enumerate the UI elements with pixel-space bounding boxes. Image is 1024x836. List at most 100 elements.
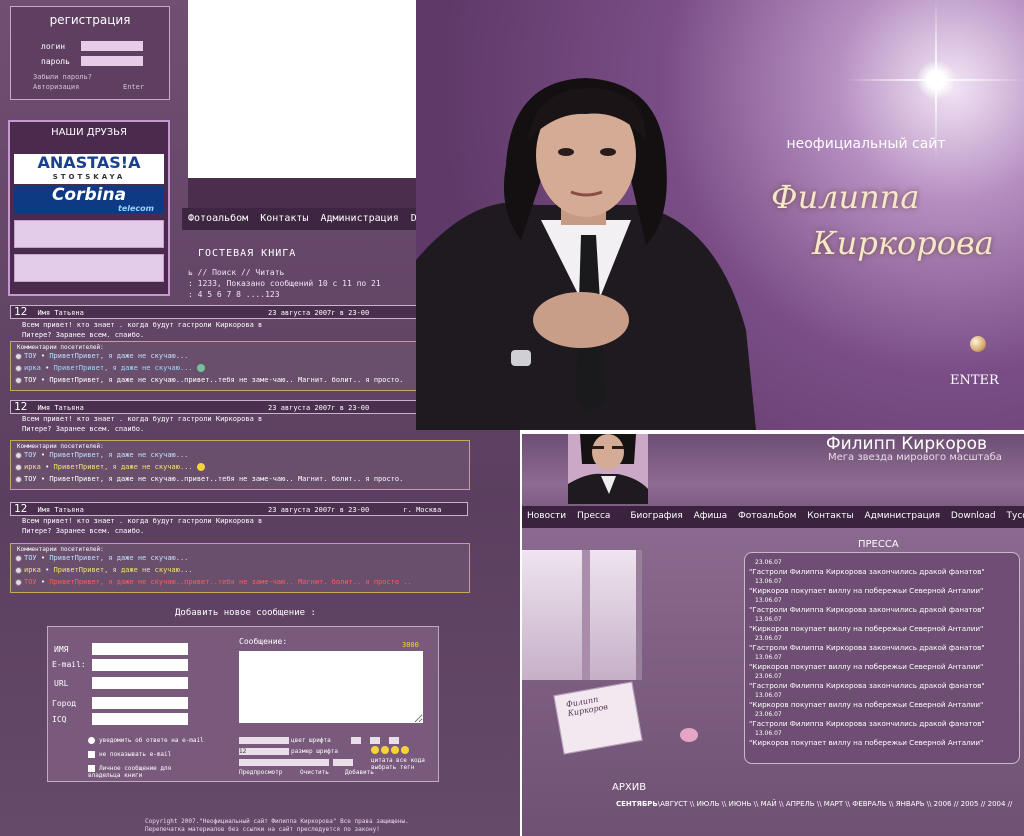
all-smiles-label[interactable]: все кода: [396, 757, 425, 764]
nav-administration[interactable]: Администрация: [864, 511, 940, 521]
copyright-text: Copyright 2007."Неофициальный сайт Филип…: [145, 818, 409, 825]
img-button[interactable]: [333, 759, 353, 766]
hide-email-option[interactable]: не показывать e-mail: [88, 751, 171, 758]
tag-buttons[interactable]: [239, 759, 329, 766]
nav-photoalbum[interactable]: Фотоальбом: [188, 213, 248, 224]
friend-banner-slot[interactable]: [14, 254, 164, 282]
message-label: Сообщение:: [239, 637, 288, 646]
nav-press[interactable]: Пресса: [577, 511, 610, 521]
city-input[interactable]: [92, 697, 188, 709]
press-item-link[interactable]: "Киркоров покупает виллу на побережьи Се…: [749, 586, 1019, 597]
guestbook-pagination[interactable]: : 4 5 6 7 8 ....123: [188, 290, 280, 299]
comment: ирка • ПриветПривет, я даже не скучаю...: [15, 364, 469, 375]
press-item-link[interactable]: "Гастроли Филиппа Киркорова закончились …: [749, 567, 1019, 578]
comment: ирка • ПриветПривет, я даже не скучаю...: [15, 463, 469, 474]
font-size-select[interactable]: 12: [239, 748, 289, 755]
post-number: 12: [14, 400, 28, 413]
window-frame: [582, 550, 590, 680]
city-label: Город: [52, 699, 77, 708]
press-item-link[interactable]: "Киркоров покупает виллу на побережьи Се…: [749, 624, 1019, 635]
smiley-icon[interactable]: [391, 746, 399, 754]
password-input[interactable]: [81, 56, 143, 66]
message-textarea[interactable]: [239, 651, 423, 723]
friend-banner-slot[interactable]: [14, 220, 164, 248]
comment-author[interactable]: ТОУ: [24, 475, 37, 483]
comment-author[interactable]: ирка: [24, 364, 41, 372]
nav-contacts[interactable]: Контакты: [807, 511, 853, 521]
post-city: г. Москва: [403, 506, 442, 514]
nav-poster[interactable]: Афиша: [694, 511, 727, 521]
smiley-icon[interactable]: [371, 746, 379, 754]
press-item-link[interactable]: "Гастроли Филиппа Киркорова закончились …: [749, 719, 1019, 730]
quote-label[interactable]: цитата: [371, 757, 393, 764]
post-date: 23 августа 2007г в 23-00: [268, 404, 370, 412]
private-message-option[interactable]: Личное сообщение для владельца книги: [88, 765, 198, 779]
comment-author[interactable]: ТОУ: [24, 578, 37, 586]
bold-button[interactable]: [351, 737, 361, 744]
comment-author[interactable]: ТОУ: [24, 376, 37, 384]
forgot-password-link[interactable]: Забыли пароль?: [33, 73, 92, 81]
archive-months: СЕНТЯБРЬ\АВГУСТ \\ ИЮЛЬ \\ ИЮНЬ \\ МАЙ \…: [616, 800, 1012, 808]
nav-administration[interactable]: Администрация: [320, 213, 398, 224]
icq-input[interactable]: [92, 713, 188, 725]
icq-label: ICQ: [52, 715, 67, 724]
guestbook-stats: : 1233, Показано сообщений 10 с 11 по 21: [188, 279, 381, 288]
nav-biography[interactable]: Биография: [630, 511, 682, 521]
press-item-link[interactable]: "Киркоров покупает виллу на побережьи Се…: [749, 662, 1019, 673]
press-item-link[interactable]: "Киркоров покупает виллу на побережьи Се…: [749, 738, 1019, 749]
name-input[interactable]: [92, 643, 188, 655]
italic-button[interactable]: [370, 737, 380, 744]
post-text-line: Питере? Заранее всем. спаибо.: [22, 527, 145, 535]
underline-button[interactable]: [389, 737, 399, 744]
nav-party[interactable]: Тусо: [1007, 511, 1024, 521]
add-button[interactable]: Добавить: [345, 769, 374, 776]
login-enter-button[interactable]: Enter: [123, 83, 144, 91]
comment-author[interactable]: ирка: [24, 463, 41, 471]
post-number: 12: [14, 305, 28, 318]
enter-button[interactable]: ENTER: [950, 373, 999, 388]
nav-news[interactable]: Новости: [527, 511, 566, 521]
comment-author[interactable]: ирка: [24, 566, 41, 574]
anastasia-logo[interactable]: ANASTAS!A STOTSKAYA: [14, 154, 164, 184]
glowing-orb: [970, 336, 986, 352]
comment-text: ПриветПривет, я даже не скучаю...: [53, 364, 193, 372]
nav-contacts[interactable]: Контакты: [260, 213, 308, 224]
comment-author[interactable]: ТОУ: [24, 554, 37, 562]
smiley-icon[interactable]: [381, 746, 389, 754]
post-number: 12: [14, 502, 28, 515]
press-item-link[interactable]: "Киркоров покупает виллу на побережьи Се…: [749, 700, 1019, 711]
archive-month-links[interactable]: \АВГУСТ \\ ИЮЛЬ \\ ИЮНЬ \\ МАЙ \\ АПРЕЛЬ…: [658, 800, 1013, 808]
font-color-label: цвет шрифта: [291, 737, 331, 744]
notify-option[interactable]: уведомить об ответе на e-mail: [88, 737, 204, 744]
nav-download[interactable]: Download: [951, 511, 996, 521]
press-date: 13.06.07: [755, 730, 782, 737]
singer-portrait: [416, 78, 756, 430]
comment: ирка • ПриветПривет, я даже не скучаю...: [15, 566, 469, 577]
archive-current-month[interactable]: СЕНТЯБРЬ: [616, 800, 658, 808]
choose-tags-label[interactable]: выбрать тегн: [371, 764, 414, 771]
comment-text: ПриветПривет, я даже не скучаю...: [49, 352, 189, 360]
guestbook-breadcrumb[interactable]: ь // Поиск // Читать: [188, 268, 284, 277]
press-item-link[interactable]: "Гастроли Филиппа Киркорова закончились …: [749, 681, 1019, 692]
comment-author[interactable]: ТОУ: [24, 352, 37, 360]
preview-button[interactable]: Предпросмотр: [239, 769, 282, 776]
comment-text: ПриветПривет, я даже не скучаю...: [49, 451, 189, 459]
smiley-icon[interactable]: [401, 746, 409, 754]
press-item-link[interactable]: "Гастроли Филиппа Киркорова закончились …: [749, 605, 1019, 616]
clear-button[interactable]: Очистить: [300, 769, 329, 776]
login-input[interactable]: [81, 41, 143, 51]
bullet-icon: [15, 578, 22, 586]
magazine-title: Филипп Киркоров: [565, 694, 609, 719]
comment-author[interactable]: ТОУ: [24, 451, 37, 459]
login-label: логин: [41, 42, 66, 51]
bullet-icon: [15, 364, 22, 372]
nav-photoalbum[interactable]: Фотоальбом: [738, 511, 796, 521]
post-text-line: Питере? Заранее всем. спаибо.: [22, 331, 145, 339]
url-input[interactable]: [92, 677, 188, 689]
font-color-select[interactable]: [239, 737, 289, 744]
bullet-icon: [15, 475, 22, 483]
corbina-logo[interactable]: Corbina telecom: [14, 186, 164, 214]
press-item-link[interactable]: "Гастроли Филиппа Киркорова закончились …: [749, 643, 1019, 654]
corbina-logo-text: Corbina: [51, 185, 127, 205]
email-input[interactable]: [92, 659, 188, 671]
